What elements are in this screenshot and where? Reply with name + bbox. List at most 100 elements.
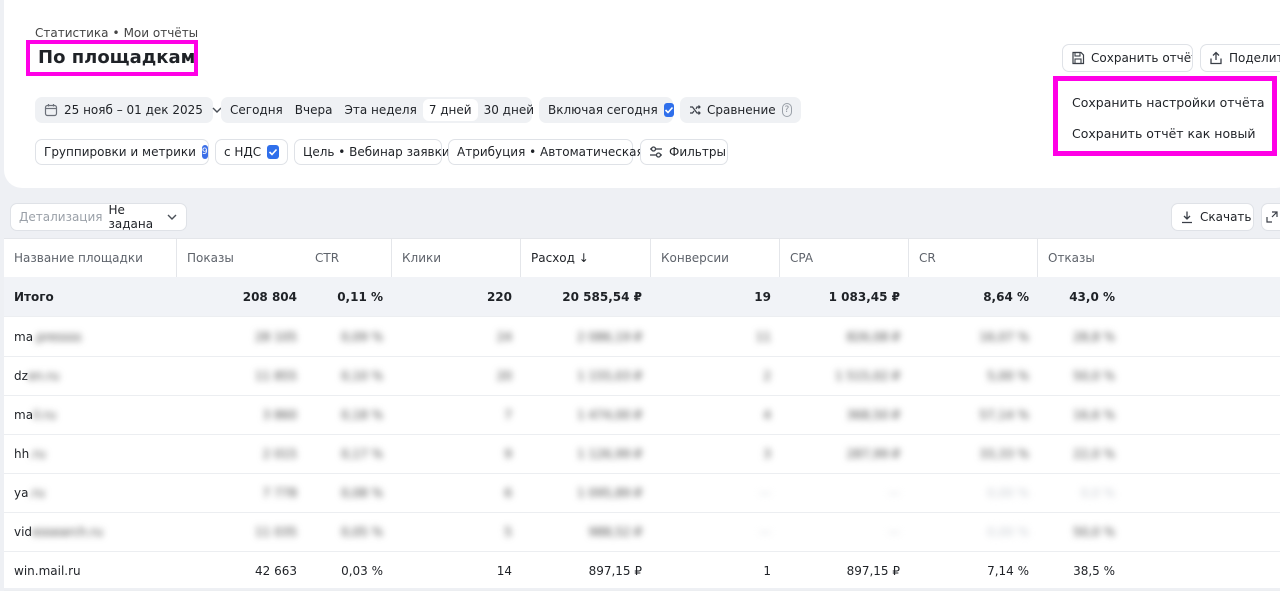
compare-button[interactable]: Сравнение ? [680, 97, 801, 123]
total-bounce: 43,0 % [1069, 289, 1115, 304]
redacted-value: 0,10 % [341, 368, 383, 383]
redacted-value: 3 [763, 446, 771, 461]
shuffle-icon [689, 104, 701, 116]
column-header[interactable]: CPA [779, 239, 908, 277]
column-header[interactable]: Показы [176, 239, 305, 277]
expand-button[interactable] [1261, 203, 1280, 231]
redacted-value: 0,00 % [987, 485, 1029, 500]
share-button[interactable]: Поделиться [1200, 44, 1280, 72]
column-header[interactable]: Конверсии [650, 239, 779, 277]
column-header[interactable]: CR [908, 239, 1037, 277]
redacted-value: 0,0 % [1080, 485, 1115, 500]
redacted-text: eosearch.ru [32, 524, 104, 539]
breadcrumb-statistics[interactable]: Статистика [35, 26, 109, 40]
redacted-value: 0,05 % [341, 524, 383, 539]
save-report-label: Сохранить отчёт [1091, 51, 1193, 65]
redacted-value: 50,0 % [1073, 368, 1115, 383]
sliders-icon [649, 146, 663, 158]
vat-toggle[interactable]: с НДС [215, 139, 288, 165]
redacted-value: 826,08 ₽ [846, 329, 900, 344]
calendar-icon [44, 103, 58, 117]
redacted-value: 0,08 % [341, 485, 383, 500]
redacted-value: 0,09 % [341, 329, 383, 344]
period-30-days[interactable]: 30 дней [478, 98, 540, 122]
checkbox-checked-icon[interactable] [663, 103, 674, 117]
site-name[interactable]: ma [14, 408, 33, 422]
row-conversions: 1 [763, 563, 771, 578]
column-header[interactable]: Отказы [1037, 239, 1123, 277]
menu-item-save-as-new[interactable]: Сохранить отчёт как новый [1072, 126, 1255, 141]
save-icon [1071, 51, 1085, 65]
redacted-value: 24 [496, 329, 512, 344]
table-row[interactable]: win.mail.ru 42 663 0,03 % 14 897,15 ₽ 1 … [4, 551, 1280, 591]
site-name[interactable]: ma [14, 330, 33, 344]
include-today-toggle[interactable]: Включая сегодня [539, 97, 674, 123]
redacted-value: 11 035 [255, 524, 297, 539]
period-today[interactable]: Сегодня [224, 98, 289, 122]
redacted-text: il.ru [33, 407, 57, 422]
column-header[interactable]: CTR [305, 239, 391, 277]
redacted-value: — [888, 485, 900, 500]
total-conversions: 19 [754, 289, 771, 304]
column-header-sorted[interactable]: Расход ↓ [520, 239, 650, 277]
groupings-count-badge: 9 [201, 145, 208, 159]
groupings-metrics-button[interactable]: Группировки и метрики 9 [35, 139, 209, 165]
row-cpa: 897,15 ₽ [846, 563, 900, 578]
redacted-value: 988,52 ₽ [588, 524, 642, 539]
column-header[interactable]: Клики [391, 239, 520, 277]
table-row[interactable]: vid eosearch.ru 11 035 0,05 % 5 988,52 ₽ … [4, 512, 1280, 552]
site-name[interactable]: ya [14, 486, 28, 500]
redacted-value: 11 855 [255, 368, 297, 383]
date-range-picker[interactable]: 25 нояб – 01 дек 2025 [35, 97, 222, 123]
detail-selector[interactable]: Детализация Не задана [10, 203, 187, 231]
redacted-value: 50,0 % [1073, 524, 1115, 539]
redacted-value: 20 [496, 368, 512, 383]
site-name[interactable]: hh [14, 447, 29, 461]
redacted-value: 2 [763, 368, 771, 383]
help-icon[interactable]: ? [781, 103, 792, 117]
total-impressions: 208 804 [242, 289, 297, 304]
period-yesterday[interactable]: Вчера [289, 98, 339, 122]
table-total-row: Итого 208 804 0,11 % 220 20 585,54 ₽ 19 … [4, 277, 1280, 317]
redacted-value: 1 474,00 ₽ [577, 407, 642, 422]
breadcrumb-my-reports[interactable]: Мои отчёты [124, 26, 199, 40]
row-bounce: 38,5 % [1073, 563, 1115, 578]
redacted-value: 1 095,89 ₽ [577, 485, 642, 500]
site-name[interactable]: win.mail.ru [4, 551, 176, 590]
menu-item-save-settings[interactable]: Сохранить настройки отчёта [1072, 95, 1265, 110]
compare-label: Сравнение [707, 103, 776, 117]
table-row[interactable]: ma il.ru 3 860 0,18 % 7 1 474,00 ₽ 4 368,… [4, 395, 1280, 435]
save-report-button[interactable]: Сохранить отчёт [1062, 44, 1193, 72]
redacted-value: 0,18 % [341, 407, 383, 422]
table-row[interactable]: hh .ru 2 015 0,17 % 9 1 126,99 ₽ 3 287,99… [4, 434, 1280, 474]
vat-label: с НДС [224, 145, 262, 159]
redacted-value: 28,8 % [1073, 329, 1115, 344]
total-label: Итого [14, 289, 54, 304]
table-row[interactable]: ya .ru 7 778 0,08 % 6 1 095,89 ₽ — — 0,00… [4, 473, 1280, 513]
filters-button[interactable]: Фильтры [640, 139, 728, 165]
redacted-value: 7 [504, 407, 512, 422]
share-label: Поделиться [1229, 51, 1280, 65]
site-name[interactable]: dz [14, 369, 28, 383]
period-this-week[interactable]: Эта неделя [338, 98, 422, 122]
row-cr: 7,14 % [987, 563, 1029, 578]
include-today-label: Включая сегодня [548, 103, 658, 117]
table-row[interactable]: ma .pressss 28 105 0,09 % 24 2 086,19 ₽ 1… [4, 317, 1280, 357]
table-row[interactable]: dz en.ru 11 855 0,10 % 20 1 155,03 ₽ 2 1 … [4, 356, 1280, 396]
redacted-value: 7 778 [262, 485, 297, 500]
row-spend: 897,15 ₽ [588, 563, 642, 578]
period-7-days[interactable]: 7 дней [422, 99, 478, 121]
goal-label: Цель • Вебинар заявки [303, 145, 450, 159]
redacted-value: 16,07 % [979, 329, 1029, 344]
attribution-selector[interactable]: Атрибуция • Автоматическая [448, 139, 644, 165]
site-name[interactable]: vid [14, 525, 32, 539]
row-impressions: 42 663 [255, 563, 297, 578]
redacted-value: 16,6 % [1073, 407, 1115, 422]
table-header-row: Название площадки Показы CTR Клики Расхо… [4, 239, 1280, 278]
redacted-value: 3 860 [262, 407, 297, 422]
total-spend: 20 585,54 ₽ [562, 289, 642, 304]
checkbox-checked-icon[interactable] [267, 145, 279, 159]
goal-selector[interactable]: Цель • Вебинар заявки [294, 139, 450, 165]
download-button[interactable]: Скачать [1171, 203, 1254, 231]
column-header[interactable]: Название площадки [4, 239, 176, 277]
